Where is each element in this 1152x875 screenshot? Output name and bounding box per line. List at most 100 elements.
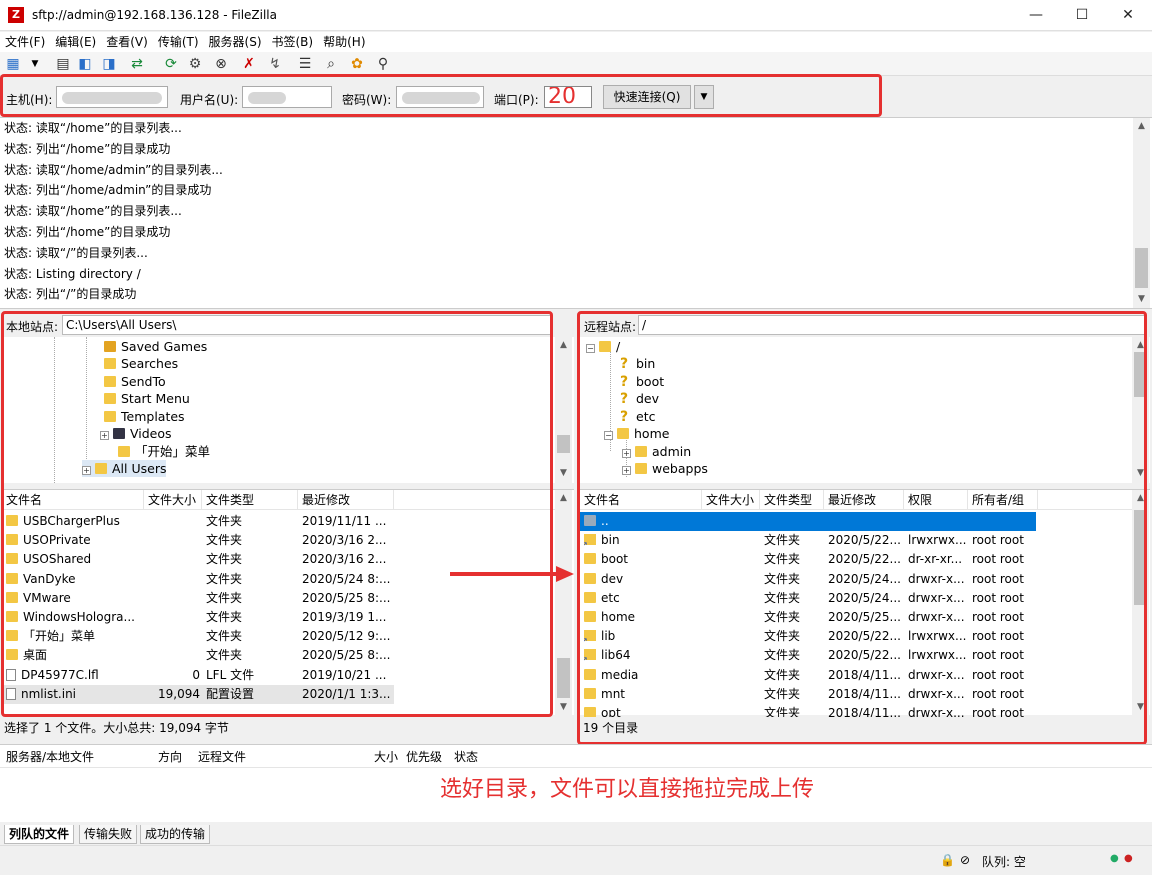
- local-file-row[interactable]: USOShared 文件夹 2020/3/16 2...: [2, 550, 394, 569]
- col-filename[interactable]: 文件名: [2, 490, 144, 510]
- remote-file-row[interactable]: boot 文件夹 2020/5/22... dr-xr-xr... root root: [580, 550, 1036, 569]
- close-button[interactable]: ✕: [1105, 0, 1151, 31]
- menu-transfer[interactable]: 传输(T): [153, 32, 204, 52]
- local-file-row[interactable]: VanDyke 文件夹 2020/5/24 8:...: [2, 570, 394, 589]
- tab-queued-files[interactable]: 列队的文件: [4, 825, 75, 844]
- scroll-down-icon[interactable]: ▼: [555, 699, 572, 716]
- local-file-row[interactable]: nmlist.ini 19,094 配置设置 2020/1/1 1:3...: [2, 684, 394, 704]
- remote-file-row[interactable]: lib64 文件夹 2020/5/22... lrwxrwx... root root: [580, 646, 1036, 666]
- scroll-thumb[interactable]: [557, 658, 570, 698]
- quickconnect-dropdown-icon[interactable]: ▼: [694, 85, 714, 109]
- menu-edit[interactable]: 编辑(E): [50, 32, 101, 52]
- filter-icon[interactable]: ☰: [296, 55, 314, 73]
- col-filesize[interactable]: 文件大小: [144, 490, 202, 510]
- col-filename[interactable]: 文件名: [580, 490, 702, 510]
- disconnect-icon[interactable]: ✗: [240, 55, 258, 73]
- menu-help[interactable]: 帮助(H): [318, 32, 370, 52]
- local-path-input[interactable]: C:\Users\All Users\: [62, 315, 552, 335]
- tree-node[interactable]: + Videos: [100, 425, 172, 442]
- local-tree-scrollbar[interactable]: ▲ ▼: [555, 337, 572, 483]
- local-file-row[interactable]: VMware 文件夹 2020/5/25 8:...: [2, 589, 394, 608]
- toggle-local-tree-icon[interactable]: ◧: [76, 55, 94, 73]
- col-permissions[interactable]: 权限: [904, 490, 968, 510]
- col-modified[interactable]: 最近修改: [824, 490, 904, 510]
- local-file-row[interactable]: USOPrivate 文件夹 2020/3/16 2...: [2, 531, 394, 550]
- menu-bookmarks[interactable]: 书签(B): [267, 32, 319, 52]
- local-file-row[interactable]: 「开始」菜单 文件夹 2020/5/12 9:...: [2, 627, 394, 646]
- tree-node[interactable]: ? etc: [620, 408, 655, 425]
- compare-icon[interactable]: ⌕: [322, 55, 340, 73]
- queue-col-direction[interactable]: 方向: [158, 747, 182, 767]
- port-input[interactable]: 20: [544, 86, 592, 108]
- minimize-button[interactable]: —: [1013, 0, 1059, 31]
- scroll-up-icon[interactable]: ▲: [1133, 118, 1150, 135]
- local-file-row[interactable]: DP45977C.lfl 0 LFL 文件 2019/10/21 ...: [2, 666, 394, 685]
- queue-col-status[interactable]: 状态: [454, 747, 478, 767]
- remote-file-row[interactable]: bin 文件夹 2020/5/22... lrwxrwx... root root: [580, 531, 1036, 550]
- queue-col-size[interactable]: 大小: [374, 747, 398, 767]
- tree-node[interactable]: ? bin: [620, 355, 655, 372]
- remote-file-row[interactable]: home 文件夹 2020/5/25... drwxr-x... root root: [580, 608, 1036, 627]
- scroll-up-icon[interactable]: ▲: [1132, 490, 1149, 507]
- scroll-up-icon[interactable]: ▲: [555, 490, 572, 507]
- log-scrollbar[interactable]: ▲ ▼: [1133, 118, 1150, 308]
- scroll-thumb[interactable]: [1134, 352, 1147, 397]
- tree-node[interactable]: + admin: [622, 443, 691, 460]
- remote-file-row[interactable]: mnt 文件夹 2018/4/11... drwxr-x... root root: [580, 685, 1036, 704]
- local-list-scrollbar[interactable]: ▲ ▼: [555, 490, 572, 716]
- quickconnect-button[interactable]: 快速连接(Q): [603, 85, 691, 109]
- scroll-down-icon[interactable]: ▼: [555, 465, 572, 482]
- remote-tree-scrollbar[interactable]: ▲ ▼: [1132, 337, 1149, 483]
- tree-node[interactable]: Saved Games: [104, 338, 207, 355]
- scroll-up-icon[interactable]: ▲: [555, 337, 572, 354]
- tree-node[interactable]: ? dev: [620, 390, 659, 407]
- col-owner[interactable]: 所有者/组: [968, 490, 1038, 510]
- cancel-icon[interactable]: ⊗: [212, 55, 230, 73]
- col-filetype[interactable]: 文件类型: [202, 490, 298, 510]
- remote-file-row[interactable]: ..: [580, 512, 1036, 532]
- tree-node[interactable]: − home: [604, 425, 669, 442]
- local-file-row[interactable]: 桌面 文件夹 2020/5/25 8:...: [2, 646, 394, 665]
- queue-col-priority[interactable]: 优先级: [406, 747, 442, 767]
- reconnect-icon[interactable]: ↯: [266, 55, 284, 73]
- queue-col-remote[interactable]: 远程文件: [198, 747, 246, 767]
- col-filetype[interactable]: 文件类型: [760, 490, 824, 510]
- local-file-row[interactable]: USBChargerPlus 文件夹 2019/11/11 ...: [2, 512, 394, 531]
- dropdown-icon[interactable]: ▼: [26, 55, 44, 73]
- expand-icon[interactable]: +: [100, 431, 109, 440]
- tree-node[interactable]: − /: [586, 338, 620, 355]
- col-modified[interactable]: 最近修改: [298, 490, 394, 510]
- remote-path-input[interactable]: /: [638, 315, 1146, 335]
- col-filesize[interactable]: 文件大小: [702, 490, 760, 510]
- remote-list-scrollbar[interactable]: ▲ ▼: [1132, 490, 1149, 716]
- tree-node[interactable]: Templates: [104, 408, 185, 425]
- collapse-icon[interactable]: −: [586, 344, 595, 353]
- expand-icon[interactable]: +: [622, 449, 631, 458]
- process-queue-icon[interactable]: ⚙: [186, 55, 204, 73]
- local-file-row[interactable]: WindowsHologra... 文件夹 2019/3/19 1...: [2, 608, 394, 627]
- tree-node[interactable]: ? boot: [620, 373, 664, 390]
- scroll-thumb[interactable]: [1135, 248, 1148, 288]
- menu-file[interactable]: 文件(F): [0, 32, 50, 52]
- tree-node[interactable]: Searches: [104, 355, 178, 372]
- maximize-button[interactable]: ☐: [1059, 0, 1105, 31]
- toggle-queue-icon[interactable]: ⇄: [128, 55, 146, 73]
- expand-icon[interactable]: +: [82, 466, 91, 475]
- tree-node[interactable]: SendTo: [104, 373, 166, 390]
- tree-node[interactable]: 「开始」菜单: [118, 443, 210, 460]
- tab-successful-transfers[interactable]: 成功的传输: [140, 825, 211, 844]
- remote-file-row[interactable]: etc 文件夹 2020/5/24... drwxr-x... root root: [580, 589, 1036, 608]
- collapse-icon[interactable]: −: [604, 431, 613, 440]
- tree-node-selected[interactable]: + All Users: [82, 460, 167, 477]
- menu-view[interactable]: 查看(V): [101, 32, 153, 52]
- search-icon[interactable]: ⚲: [374, 55, 392, 73]
- scroll-down-icon[interactable]: ▼: [1133, 291, 1150, 308]
- scroll-down-icon[interactable]: ▼: [1132, 465, 1149, 482]
- toggle-remote-tree-icon[interactable]: ◨: [100, 55, 118, 73]
- remote-file-row[interactable]: lib 文件夹 2020/5/22... lrwxrwx... root root: [580, 627, 1036, 646]
- expand-icon[interactable]: +: [622, 466, 631, 475]
- toggle-log-icon[interactable]: ▤: [54, 55, 72, 73]
- scroll-thumb[interactable]: [1134, 510, 1147, 605]
- refresh-icon[interactable]: ⟳: [162, 55, 180, 73]
- queue-col-local[interactable]: 服务器/本地文件: [6, 747, 94, 767]
